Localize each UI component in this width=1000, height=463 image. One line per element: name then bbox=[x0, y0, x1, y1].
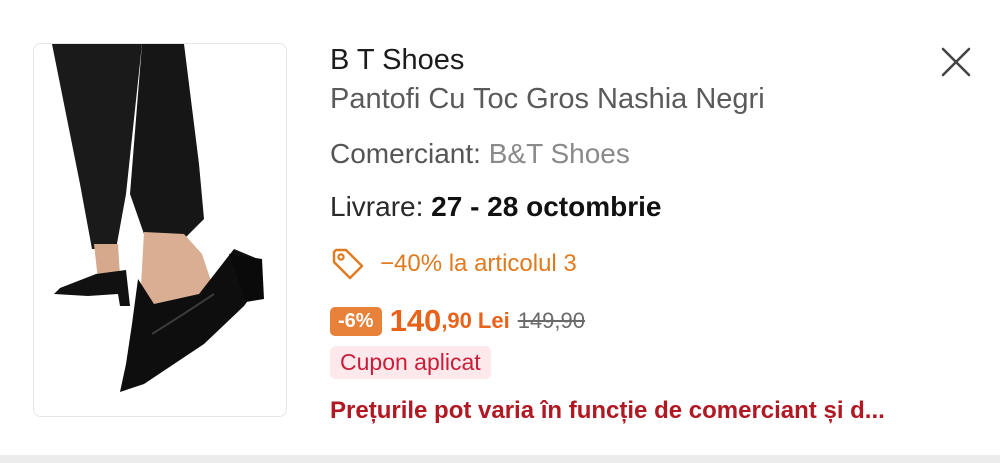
product-card: B T Shoes Pantofi Cu Toc Gros Nashia Neg… bbox=[0, 0, 1000, 463]
close-icon[interactable] bbox=[940, 46, 972, 78]
product-image[interactable] bbox=[33, 43, 287, 417]
delivery-label: Livrare: bbox=[330, 191, 432, 222]
price-disclaimer[interactable]: Prețurile pot varia în funcție de comerc… bbox=[330, 397, 970, 425]
price-currency: Lei bbox=[477, 308, 510, 333]
merchant-label: Comerciant: bbox=[330, 138, 489, 169]
delivery-line: Livrare: 27 - 28 octombrie bbox=[330, 191, 661, 223]
delivery-value: 27 - 28 octombrie bbox=[431, 191, 662, 222]
promo-line[interactable]: −40% la articolul 3 bbox=[330, 244, 577, 284]
coupon-badge: Cupon aplicat bbox=[330, 346, 491, 379]
merchant-line: Comerciant: B&T Shoes bbox=[330, 138, 630, 170]
merchant-value[interactable]: B&T Shoes bbox=[489, 138, 630, 169]
tag-icon bbox=[332, 248, 364, 280]
price-integer: 140 bbox=[389, 303, 442, 338]
discount-badge: -6% bbox=[330, 306, 382, 336]
price-row: -6% 140,90 Lei 149,90 bbox=[330, 303, 585, 339]
product-title[interactable]: Pantofi Cu Toc Gros Nashia Negri bbox=[330, 83, 765, 116]
promo-text: −40% la articolul 3 bbox=[380, 250, 577, 277]
bottom-divider bbox=[0, 455, 1000, 463]
brand-name[interactable]: B T Shoes bbox=[330, 44, 464, 77]
price-decimal: ,90 bbox=[441, 308, 472, 333]
shoe-photo bbox=[34, 44, 286, 416]
old-price: 149,90 bbox=[517, 308, 585, 333]
